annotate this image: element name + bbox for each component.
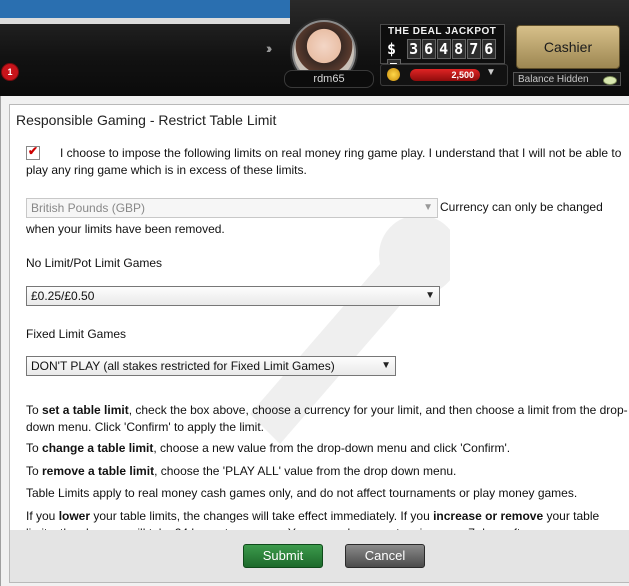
lobby-top-bar: 1 ›› rdm65 THE DEAL JACKPOT $ 3648767 2,… <box>0 0 629 96</box>
nl-limit-select[interactable]: £0.25/£0.50 ▼ <box>26 286 440 306</box>
help-text: To <box>26 441 43 455</box>
help-bold: set a table limit <box>42 403 129 417</box>
eye-icon <box>603 76 617 85</box>
restrict-table-limit-dialog: Responsible Gaming - Restrict Table Limi… <box>0 96 629 586</box>
dialog-title: Responsible Gaming - Restrict Table Limi… <box>16 112 277 128</box>
cashier-button[interactable]: Cashier <box>516 25 620 69</box>
help-scope: Table Limits apply to real money cash ga… <box>26 486 578 500</box>
window-strip <box>0 0 290 19</box>
help-change-limit: To change a table limit, choose a new va… <box>26 440 629 457</box>
currency-select: British Pounds (GBP) ▼ <box>26 198 438 218</box>
jackpot-digit: 6 <box>422 39 437 59</box>
help-set-limit: To set a table limit, check the box abov… <box>26 402 629 436</box>
help-text: , choose the 'PLAY ALL' value from the d… <box>154 464 457 478</box>
agreement-text: I choose to impose the following limits … <box>26 146 622 177</box>
balance-value: 2,500 <box>410 69 480 81</box>
balance-hidden-label: Balance Hidden <box>518 74 589 85</box>
help-bold: increase or remove <box>433 509 544 523</box>
dialog-header: Responsible Gaming - Restrict Table Limi… <box>9 104 629 136</box>
help-text: If you <box>26 509 59 523</box>
submit-button[interactable]: Submit <box>243 544 323 568</box>
coin-icon <box>387 68 400 81</box>
help-text: your table limits, the changes will take… <box>90 509 434 523</box>
fl-games-label: Fixed Limit Games <box>26 327 127 341</box>
help-text: , choose a new value from the drop-down … <box>153 441 511 455</box>
chevron-down-icon: ▼ <box>425 290 435 301</box>
currency-note: Currency can only be changed <box>440 200 603 214</box>
balance-hidden-toggle[interactable]: Balance Hidden <box>513 72 621 86</box>
dialog-footer: Submit Cancel <box>9 530 629 583</box>
currency-select-value: British Pounds (GBP) <box>31 201 146 215</box>
jackpot-digit: 7 <box>467 39 482 59</box>
help-bold: lower <box>58 509 91 523</box>
cancel-button[interactable]: Cancel <box>345 544 425 568</box>
chevron-down-icon: ▼ <box>381 360 391 371</box>
dialog-body: I choose to impose the following limits … <box>9 134 629 531</box>
help-bold: change a table limit <box>42 441 154 455</box>
nl-limit-value: £0.25/£0.50 <box>31 289 95 303</box>
jackpot-digit: 8 <box>452 39 467 59</box>
help-text: To <box>26 403 43 417</box>
jackpot-digit: 3 <box>407 39 422 59</box>
chevron-down-icon: ▼ <box>423 202 433 213</box>
jackpot-title: THE DEAL JACKPOT <box>388 26 497 37</box>
help-approval: If you lower your table limits, the chan… <box>26 508 629 530</box>
fl-limit-value: DON'T PLAY (all stakes restricted for Fi… <box>31 359 335 373</box>
jackpot-digit: 4 <box>437 39 452 59</box>
balance-widget[interactable]: 2,500 ▼ <box>380 64 508 86</box>
collapse-chevron-icon[interactable]: ›› <box>266 40 273 56</box>
window-strip-lower <box>0 18 290 24</box>
help-bold: remove a table limit <box>42 464 155 478</box>
jackpot-currency: $ <box>387 40 398 58</box>
username-label: rdm65 <box>284 70 374 88</box>
jackpot-digit: 6 <box>482 39 497 59</box>
nl-games-label: No Limit/Pot Limit Games <box>26 256 163 270</box>
chevron-down-icon[interactable]: ▼ <box>486 67 496 78</box>
currency-note-cont: when your limits have been removed. <box>26 222 225 236</box>
help-remove-limit: To remove a table limit, choose the 'PLA… <box>26 463 629 480</box>
fl-limit-select[interactable]: DON'T PLAY (all stakes restricted for Fi… <box>26 356 396 376</box>
notification-badge[interactable]: 1 <box>1 63 19 81</box>
help-text: To <box>26 464 43 478</box>
deal-jackpot-display: THE DEAL JACKPOT $ 3648767 <box>380 24 505 79</box>
